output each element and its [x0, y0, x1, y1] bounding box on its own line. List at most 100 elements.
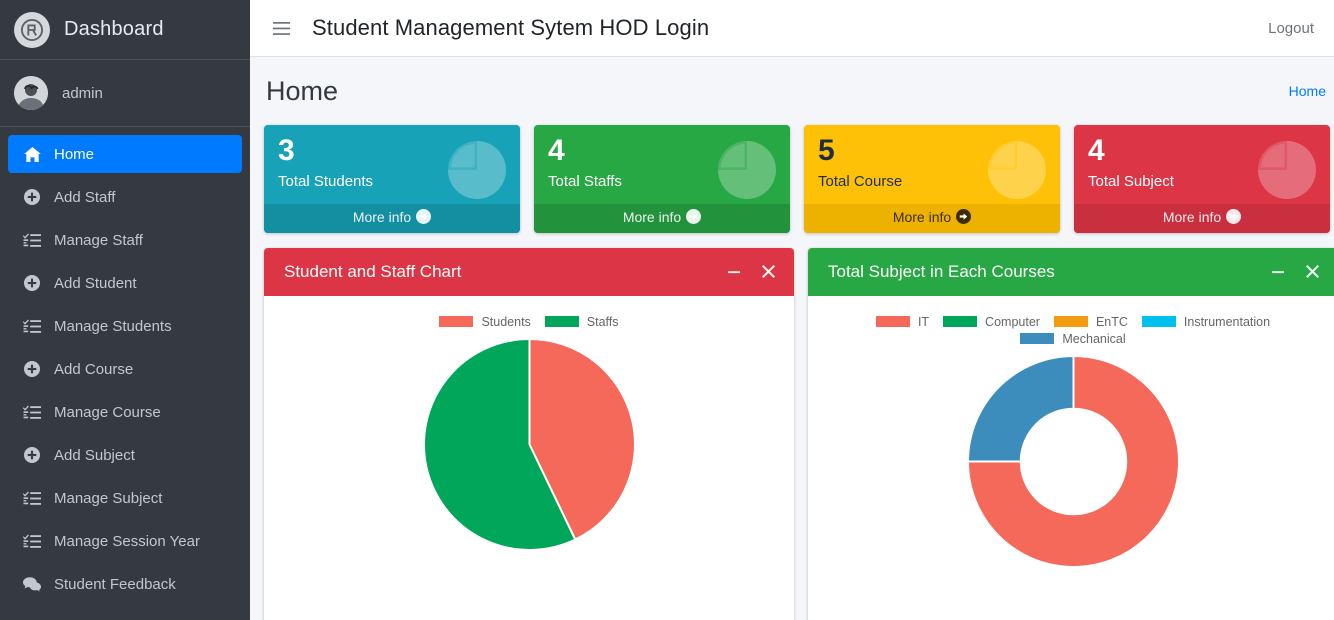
chart-card-title: Student and Staff Chart [284, 261, 462, 281]
info-box-inner: 4 Total Staffs [534, 125, 790, 204]
legend-label: Students [481, 314, 531, 329]
sidebar-item-add-subject[interactable]: Add Subject [8, 436, 242, 474]
sidebar-item-manage-subject[interactable]: Manage Subject [8, 479, 242, 517]
sidebar-item-manage-staff[interactable]: Manage Staff [8, 221, 242, 259]
hamburger-icon[interactable] [266, 13, 296, 43]
legend-item[interactable]: Instrumentation [1141, 314, 1271, 329]
legend-item[interactable]: IT [875, 314, 930, 329]
info-box-value: 4 [1088, 134, 1105, 167]
info-box-caption: Total Students [278, 172, 374, 190]
plus-circle-icon [20, 361, 44, 377]
content-header: Home Home [250, 57, 1334, 125]
sidebar-item-label: Manage Session Year [54, 532, 200, 550]
list-check-icon [20, 232, 44, 248]
minus-icon[interactable] [1264, 259, 1292, 285]
user-avatar [14, 76, 48, 110]
info-box-more-info-label: More info [622, 208, 682, 225]
chart-card-body: IT Computer EnTC Instrumentation Mechanical [808, 296, 1334, 620]
legend-label: IT [917, 314, 930, 329]
chart-canvas[interactable] [422, 337, 637, 552]
sidebar-item-label: Add Course [54, 360, 134, 378]
legend-label: Instrumentation [1183, 314, 1271, 329]
app-logo-icon [14, 11, 50, 48]
info-box-caption: Total Subject [1088, 172, 1174, 190]
sidebar-item-label: Manage Subject [54, 489, 163, 507]
page-title: Home [266, 75, 339, 106]
sidebar-item-label: Manage Staff [54, 231, 143, 249]
close-icon[interactable] [1298, 259, 1326, 285]
info-box-caption: Total Staffs [548, 172, 622, 190]
legend-swatch [1141, 316, 1176, 327]
info-box-value: 5 [818, 134, 835, 167]
close-icon[interactable] [754, 259, 782, 285]
sidebar-item-student-feedback[interactable]: Student Feedback [8, 565, 242, 603]
chart-canvas[interactable] [966, 354, 1181, 569]
chart-card-title: Total Subject in Each Courses [828, 261, 1055, 281]
sidebar-nav: Home Add Staff Manage Staff Add Student Mana… [0, 127, 250, 603]
plus-circle-icon [20, 189, 44, 205]
legend-item[interactable]: Computer [943, 315, 1040, 329]
sidebar-item-add-student[interactable]: Add Student [8, 264, 242, 302]
sidebar-item-manage-session-year[interactable]: Manage Session Year [8, 522, 242, 560]
chart-legend: Students Staffs [274, 304, 784, 329]
sidebar-item-label: Manage Students [54, 317, 172, 335]
chart-card-tools [1264, 259, 1326, 285]
info-box-total-course: 5 Total Course More info [804, 125, 1060, 233]
sidebar-item-label: Manage Course [54, 403, 161, 421]
legend-item[interactable]: Staffs [544, 314, 619, 329]
info-box-more-info-link[interactable]: More info [534, 203, 790, 233]
legend-swatch [439, 316, 474, 327]
info-box-caption: Total Course [818, 172, 903, 190]
legend-item[interactable]: EnTC [1053, 314, 1128, 329]
list-check-icon [20, 490, 44, 506]
chart-card-2: Total Subject in Each Courses IT Computer E… [808, 247, 1334, 620]
sidebar-user-name: admin [62, 84, 103, 102]
sidebar-user-panel[interactable]: admin [0, 60, 250, 127]
arrow-circle-right-icon [956, 208, 972, 227]
list-check-icon [20, 318, 44, 334]
chart-card-header: Total Subject in Each Courses [808, 247, 1334, 296]
sidebar-item-add-staff[interactable]: Add Staff [8, 178, 242, 216]
sidebar-item-home[interactable]: Home [8, 135, 242, 173]
info-box-value: 4 [548, 134, 565, 167]
comments-icon [20, 576, 44, 592]
chart-card-tools [720, 259, 782, 285]
legend-item[interactable]: Mechanical [1020, 331, 1126, 346]
page-app-title: Student Management Sytem HOD Login [312, 15, 710, 40]
legend-item[interactable]: Students [439, 314, 531, 329]
info-box-more-info-label: More info [352, 208, 412, 225]
sidebar-item-add-course[interactable]: Add Course [8, 350, 242, 388]
chart-card-body: Students Staffs [264, 296, 794, 620]
chart-legend: IT Computer EnTC Instrumentation Mechanical [818, 304, 1328, 346]
sidebar-item-label: Add Staff [54, 188, 116, 206]
sidebar-brand-label: Dashboard [64, 18, 164, 40]
info-box-total-subject: 4 Total Subject More info [1074, 125, 1330, 233]
sidebar-item-manage-students[interactable]: Manage Students [8, 307, 242, 345]
sidebar-brand[interactable]: Dashboard [0, 0, 250, 60]
sidebar-item-label: Home [54, 145, 95, 163]
logout-link[interactable]: Logout [1268, 20, 1316, 37]
legend-label: Mechanical [1062, 331, 1126, 346]
main-content: Student Management Sytem HOD Login Logou… [250, 0, 1334, 620]
legend-label: Staffs [586, 314, 619, 329]
info-box-more-info-label: More info [1162, 208, 1222, 225]
legend-label: EnTC [1095, 314, 1128, 329]
legend-swatch [544, 316, 579, 327]
legend-swatch [875, 316, 910, 327]
info-box-value: 3 [278, 134, 295, 167]
info-box-row: 3 Total Students More info 4 Total Staffs Mor… [264, 125, 1334, 233]
sidebar-item-manage-course[interactable]: Manage Course [8, 393, 242, 431]
home-icon [20, 146, 44, 162]
list-check-icon [20, 404, 44, 420]
chart-area [818, 346, 1328, 569]
sidebar: Dashboard admin Home Add Staff Manage Staf… [0, 0, 250, 620]
breadcrumb-home[interactable]: Home [1289, 83, 1326, 99]
info-box-more-info-link[interactable]: More info [264, 203, 520, 233]
info-box-inner: 5 Total Course [804, 125, 1060, 204]
info-box-more-info-link[interactable]: More info [804, 203, 1060, 233]
legend-swatch [1020, 333, 1055, 344]
top-navbar: Student Management Sytem HOD Login Logou… [250, 0, 1334, 57]
info-box-more-info-link[interactable]: More info [1074, 203, 1330, 233]
minus-icon[interactable] [720, 259, 748, 285]
chart-card-1: Student and Staff Chart Students Staffs [264, 247, 794, 620]
